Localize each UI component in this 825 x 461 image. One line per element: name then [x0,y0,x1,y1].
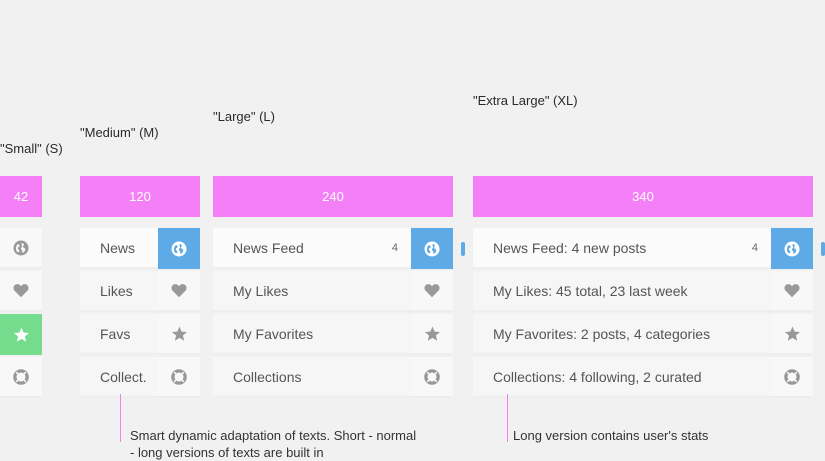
menu-item-label: Collections [233,369,302,385]
lifebuoy-icon [13,368,29,385]
annotation-line [507,394,508,442]
favs-icon-button-medium[interactable] [158,314,200,355]
size-label-medium: "Medium" (M) [80,125,159,140]
menu-item-label: Favs [100,326,131,342]
menu-item-news-large[interactable]: News Feed 4 [213,228,411,269]
width-bar-xl: 340 [473,176,813,217]
menu-item-news-medium[interactable]: News [80,228,158,269]
width-value: 340 [632,189,654,204]
menu-item-favs-medium[interactable]: Favs [80,314,158,355]
menu-item-label: News Feed [233,240,304,256]
menu-item-label: Likes [100,283,133,299]
globe-icon [13,240,29,256]
likes-icon-button-large[interactable] [411,271,453,312]
active-indicator [821,242,825,256]
menu-item-likes-medium[interactable]: Likes [80,271,158,312]
heart-icon [424,283,440,298]
heart-icon [13,283,29,298]
collections-icon-button-xl[interactable] [771,357,813,398]
note-long-version: Long version contains user's stats [513,428,709,443]
favs-icon-button-xl[interactable] [771,314,813,355]
menu-item-label: News [100,240,136,256]
size-label-small: "Small" (S) [0,141,63,156]
menu-item-collections-large[interactable]: Collections [213,357,411,398]
lifebuoy-icon [171,368,187,385]
annotation-line [120,394,121,442]
collections-icon-button-medium[interactable] [158,357,200,398]
lifebuoy-icon [424,368,440,385]
menu-item-label: My Favorites [233,326,314,342]
menu-item-likes-small[interactable] [0,271,42,312]
menu-item-favs-large[interactable]: My Favorites [213,314,411,355]
globe-icon [171,241,187,257]
width-bar-medium: 120 [80,176,200,217]
globe-icon [784,241,800,257]
menu-item-news-xl[interactable]: News Feed: 4 new posts 4 [473,228,771,269]
news-icon-button-xl[interactable] [771,228,813,269]
menu-item-likes-large[interactable]: My Likes [213,271,411,312]
menu-item-label: Collections: 4 following, 2 curated [493,369,702,385]
likes-icon-button-xl[interactable] [771,271,813,312]
news-icon-button-large[interactable] [411,228,453,269]
menu-item-label: My Likes [233,283,289,299]
menu-item-collections-small[interactable] [0,357,42,398]
width-bar-small: 42 [0,176,42,217]
news-count-badge: 4 [391,242,398,254]
collections-icon-button-large[interactable] [411,357,453,398]
heart-icon [784,283,800,298]
menu-item-label: My Favorites: 2 posts, 4 categories [493,326,711,342]
globe-icon [424,241,440,257]
star-icon [13,327,30,343]
menu-item-likes-xl[interactable]: My Likes: 45 total, 23 last week [473,271,771,312]
width-value: 42 [13,189,29,204]
favs-icon-button-large[interactable] [411,314,453,355]
size-label-large: "Large" (L) [213,109,275,124]
menu-item-label: Collect. [100,369,147,385]
heart-icon [171,283,187,298]
star-icon [424,326,441,342]
menu-item-collections-medium[interactable]: Collect. [80,357,158,398]
note-adaptation: Smart dynamic adaptation of texts. Short… [130,428,417,460]
news-icon-button-medium[interactable] [158,228,200,269]
star-icon [784,326,801,342]
width-bar-large: 240 [213,176,453,217]
width-value: 120 [129,189,151,204]
width-value: 240 [322,189,344,204]
menu-item-label: My Likes: 45 total, 23 last week [493,283,688,299]
menu-item-news-small[interactable] [0,228,42,269]
news-count-badge: 4 [751,242,758,254]
menu-item-collections-xl[interactable]: Collections: 4 following, 2 curated [473,357,771,398]
likes-icon-button-medium[interactable] [158,271,200,312]
menu-item-favs-small[interactable] [0,314,42,355]
active-indicator [461,242,465,256]
menu-item-favs-xl[interactable]: My Favorites: 2 posts, 4 categories [473,314,771,355]
star-icon [171,326,188,342]
size-label-xl: "Extra Large" (XL) [473,93,578,108]
menu-item-label: News Feed: 4 new posts [493,240,647,256]
lifebuoy-icon [784,368,800,385]
